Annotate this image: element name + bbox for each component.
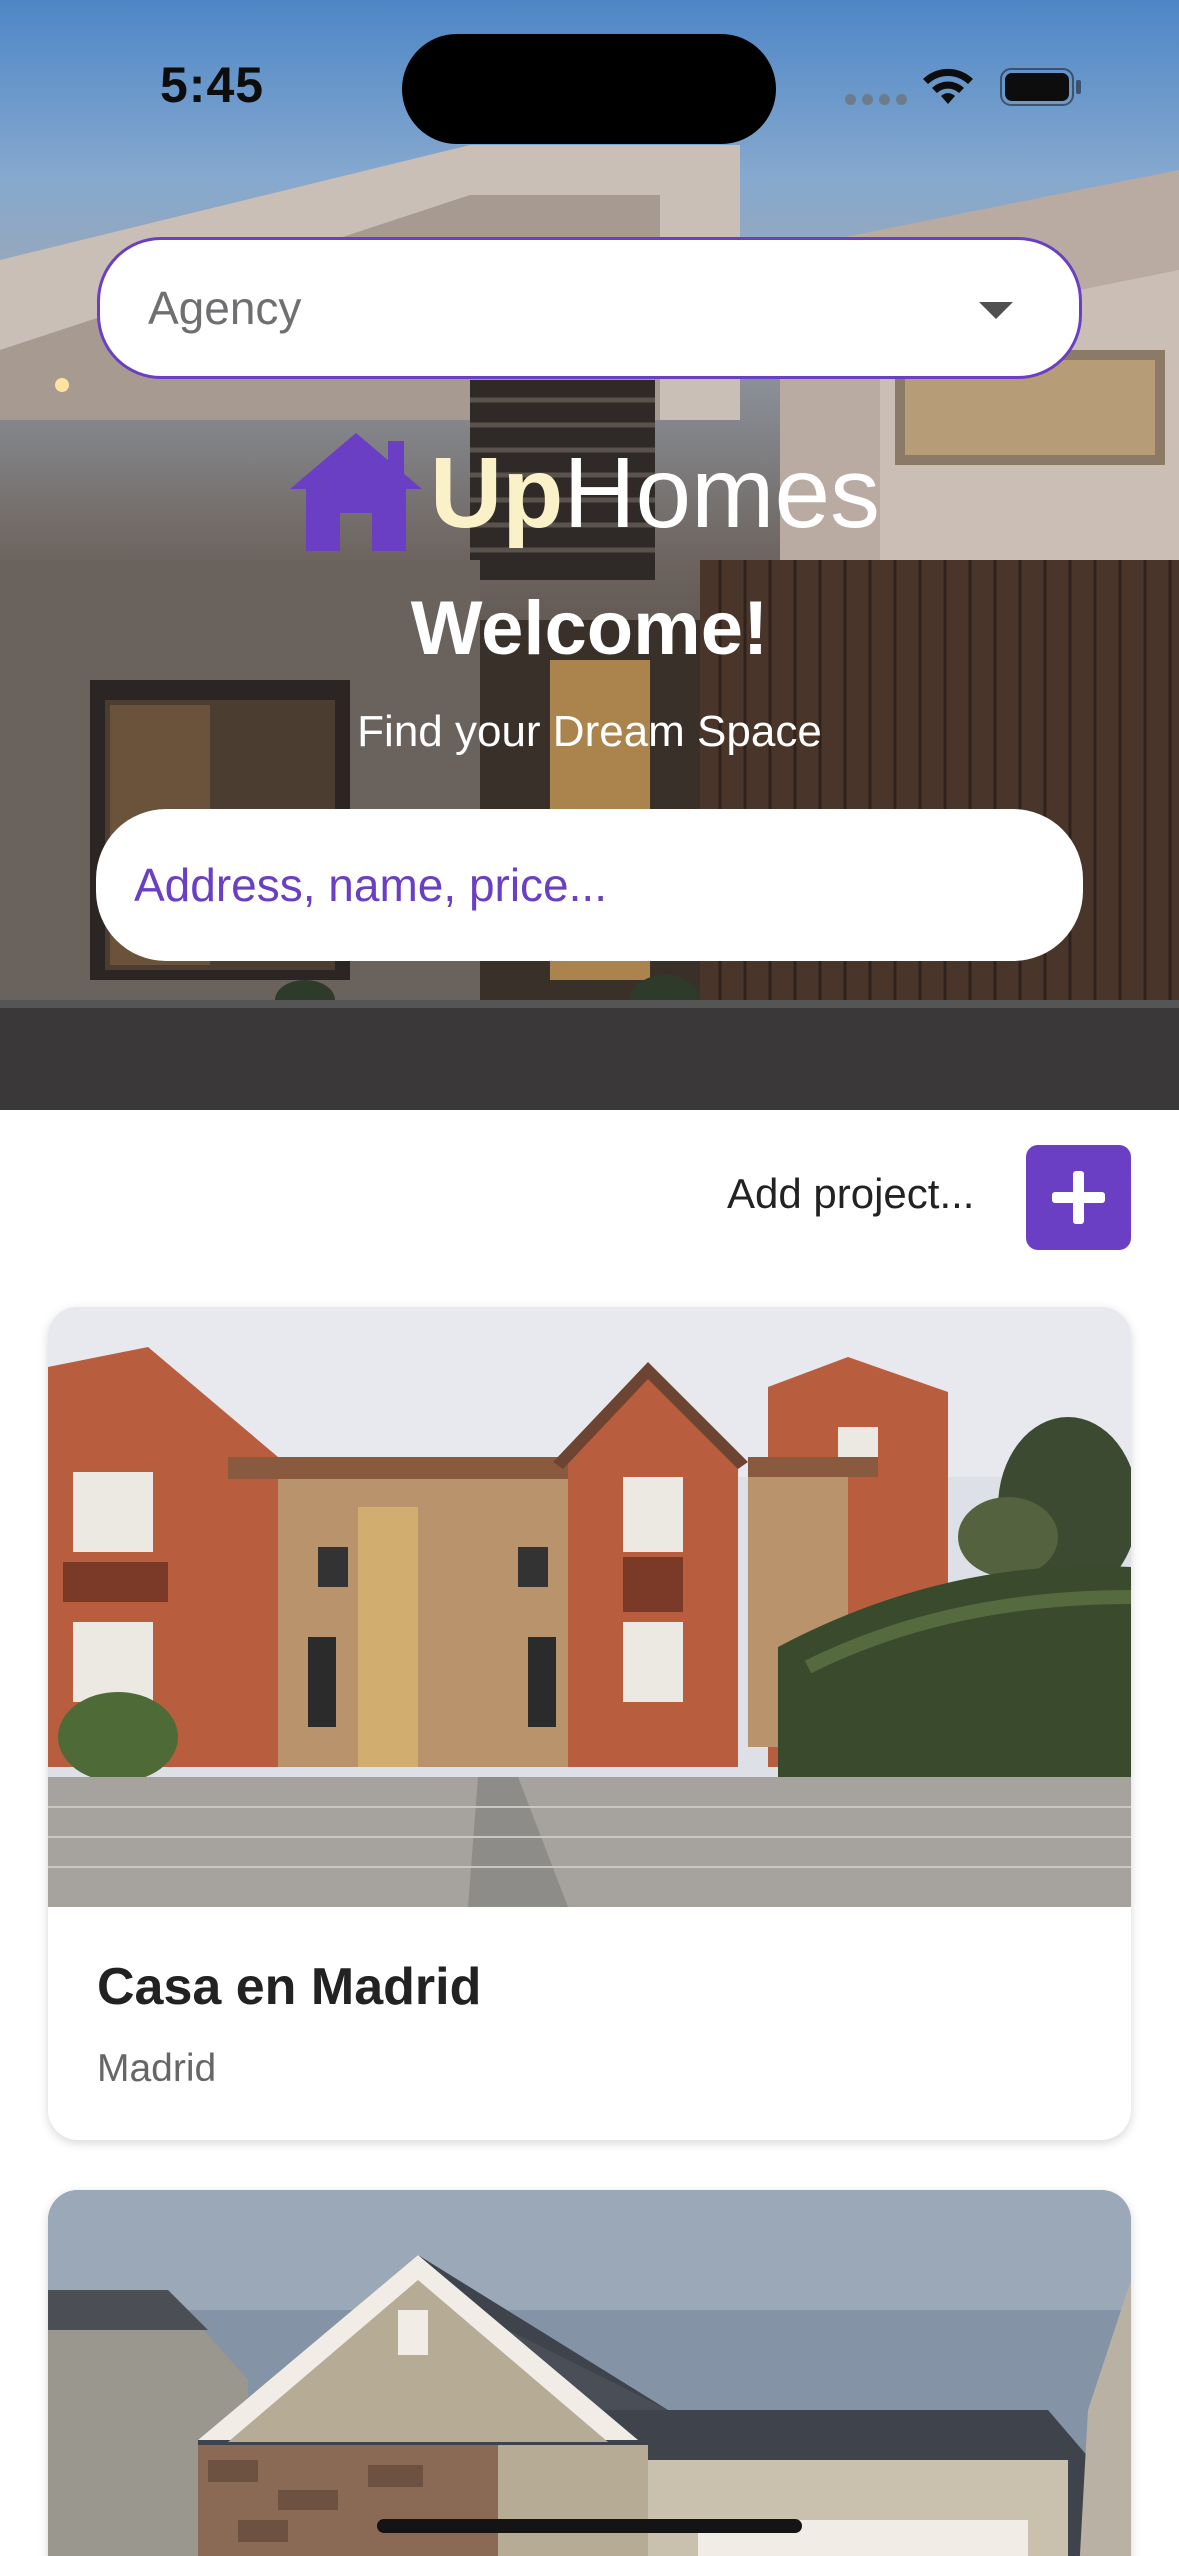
logo-homes-text: Homes	[563, 437, 881, 549]
uphomes-logo: UpHomes	[290, 425, 910, 560]
tagline: Find your Dream Space	[357, 707, 822, 756]
battery-icon	[1000, 68, 1081, 106]
project-location: Madrid	[97, 2047, 217, 2090]
wifi-icon	[923, 68, 973, 104]
home-indicator	[377, 2519, 802, 2533]
project-card[interactable]	[48, 2190, 1131, 2556]
cellular-signal-icon	[845, 94, 907, 105]
search-input[interactable]	[134, 845, 1034, 925]
add-project-label[interactable]: Add project...	[727, 1170, 974, 1218]
chevron-down-icon	[979, 302, 1013, 319]
status-time: 5:45	[160, 57, 265, 113]
search-bar[interactable]	[96, 809, 1083, 961]
logo-up-text: Up	[430, 437, 564, 549]
hero-banner: 5:45 Agency UpHomes Welcome! Find your D…	[0, 0, 1179, 1110]
welcome-heading: Welcome!	[410, 586, 769, 671]
project-photo	[48, 1307, 1131, 1907]
agency-dropdown[interactable]: Agency	[97, 237, 1082, 379]
dynamic-island	[402, 34, 776, 144]
agency-dropdown-label: Agency	[148, 282, 302, 334]
house-icon	[290, 433, 422, 551]
project-photo	[48, 2190, 1131, 2556]
logo-wordmark: UpHomes	[430, 443, 880, 543]
project-title: Casa en Madrid	[97, 1958, 482, 2016]
project-card[interactable]: Casa en Madrid Madrid	[48, 1307, 1131, 2140]
add-project-button[interactable]	[1026, 1145, 1131, 1250]
